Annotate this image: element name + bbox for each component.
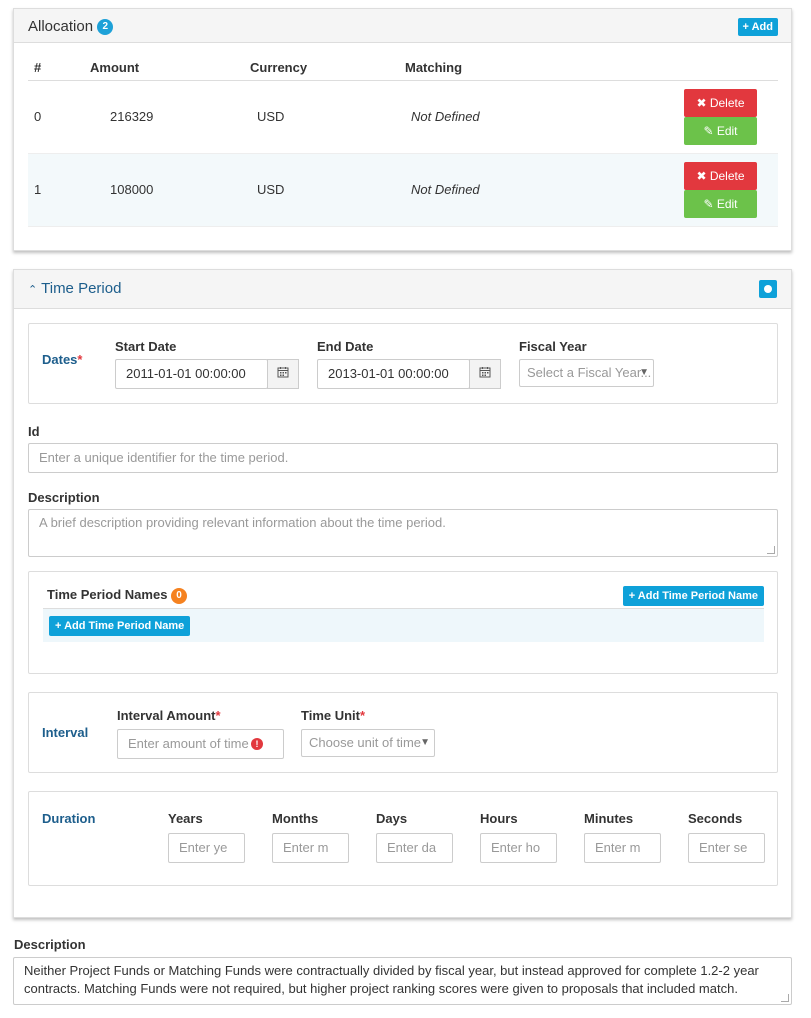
chevron-up-icon: ⌃ — [28, 284, 38, 296]
description-label: Description — [14, 937, 86, 952]
column-header-actions — [660, 56, 778, 81]
tp-description-placeholder: A brief description providing relevant i… — [39, 515, 446, 530]
minutes-input[interactable]: Enter m — [584, 833, 661, 863]
time-period-names-list: + Add Time Period Name — [43, 608, 764, 642]
calendar-glyph — [479, 367, 491, 378]
caret-down-icon: ▼ — [420, 737, 430, 748]
allocation-panel: Allocation 2 + Add # Amount Currency Mat… — [13, 8, 792, 251]
months-input[interactable]: Enter m — [272, 833, 349, 863]
days-label: Days — [376, 811, 408, 826]
time-period-names-label: Time Period Names — [47, 587, 168, 602]
edit-button[interactable]: ✎ Edit — [684, 189, 757, 218]
table-header-row: # Amount Currency Matching — [28, 56, 778, 81]
toggle-circle-icon[interactable] — [759, 280, 777, 298]
calendar-icon[interactable] — [267, 359, 299, 389]
table-row: 0 216329 USD Not Defined ✖ Delete ✎ Edit — [28, 80, 778, 154]
column-header-currency: Currency — [250, 56, 405, 81]
row-amount: 108000 — [90, 153, 250, 227]
fiscal-year-placeholder: Select a Fiscal Year... — [527, 365, 652, 380]
row-matching: Not Defined — [405, 80, 660, 154]
dates-box: Dates* Start Date 2011-01-01 00:00:00 En… — [28, 323, 778, 404]
add-time-period-name-inline-button[interactable]: + Add Time Period Name — [49, 616, 191, 636]
add-allocation-button[interactable]: + Add — [737, 18, 778, 36]
interval-amount-label: Interval Amount* — [117, 708, 221, 723]
row-index: 1 — [28, 153, 90, 227]
row-currency: USD — [250, 153, 405, 227]
row-currency: USD — [250, 80, 405, 154]
required-mark: * — [360, 708, 366, 723]
resize-handle-icon[interactable] — [781, 994, 789, 1002]
duration-box: Duration Years Enter ye Months Enter m D… — [28, 791, 778, 886]
calendar-glyph — [277, 367, 289, 378]
id-label: Id — [28, 424, 40, 439]
column-header-index: # — [28, 56, 90, 81]
time-period-header[interactable]: ⌃ Time Period — [14, 270, 791, 309]
time-unit-select[interactable]: Choose unit of time ▼ — [301, 729, 435, 757]
delete-button[interactable]: ✖ Delete — [684, 161, 757, 190]
end-date-input[interactable]: 2013-01-01 00:00:00 — [317, 359, 470, 389]
allocation-header: Allocation 2 + Add — [14, 9, 791, 43]
hours-input[interactable]: Enter ho — [480, 833, 557, 863]
allocation-table: # Amount Currency Matching 0 216329 USD … — [28, 56, 778, 227]
time-unit-placeholder: Choose unit of time — [309, 735, 422, 750]
required-mark: * — [77, 352, 83, 367]
delete-button[interactable]: ✖ Delete — [684, 88, 757, 117]
resize-handle-icon[interactable] — [767, 546, 775, 554]
interval-label: Interval — [42, 725, 89, 740]
time-period-names-count-badge: 0 — [171, 587, 188, 604]
allocation-count-badge: 2 — [97, 19, 114, 36]
dates-label: Dates* — [42, 352, 82, 367]
caret-down-icon: ▼ — [639, 367, 649, 378]
column-header-matching: Matching — [405, 56, 660, 81]
row-actions: ✖ Delete ✎ Edit — [660, 153, 778, 227]
description-text: Neither Project Funds or Matching Funds … — [24, 963, 759, 996]
time-period-panel: ⌃ Time Period Dates* Start Date 2011-01-… — [13, 269, 792, 918]
years-label: Years — [168, 811, 203, 826]
add-time-period-name-button[interactable]: + Add Time Period Name — [622, 586, 764, 606]
interval-box: Interval Interval Amount* Enter amount o… — [28, 692, 778, 773]
error-icon: ! — [251, 738, 263, 750]
start-date-label: Start Date — [115, 339, 177, 354]
hours-label: Hours — [480, 811, 518, 826]
fiscal-year-select[interactable]: Select a Fiscal Year... ▼ — [519, 359, 654, 387]
time-period-title-text: Time Period — [41, 280, 122, 297]
seconds-input[interactable]: Enter se — [688, 833, 765, 863]
time-period-names-box: Time Period Names 0 + Add Time Period Na… — [28, 571, 778, 674]
duration-label: Duration — [42, 811, 96, 826]
dates-label-text: Dates — [42, 352, 78, 367]
tp-description-label: Description — [28, 490, 100, 505]
row-actions: ✖ Delete ✎ Edit — [660, 80, 778, 154]
time-unit-label-text: Time Unit — [301, 708, 360, 723]
allocation-title: Allocation 2 — [28, 18, 114, 36]
tp-description-textarea[interactable]: A brief description providing relevant i… — [28, 509, 778, 557]
interval-amount-input[interactable]: Enter amount of time ! — [117, 729, 284, 759]
time-unit-label: Time Unit* — [301, 708, 365, 723]
fiscal-year-label: Fiscal Year — [519, 339, 587, 354]
interval-amount-placeholder: Enter amount of time — [128, 736, 249, 751]
months-label: Months — [272, 811, 319, 826]
required-mark: * — [215, 708, 221, 723]
row-matching: Not Defined — [405, 153, 660, 227]
id-input[interactable]: Enter a unique identifier for the time p… — [28, 443, 778, 473]
allocation-title-text: Allocation — [28, 18, 94, 35]
calendar-icon[interactable] — [469, 359, 501, 389]
row-amount: 216329 — [90, 80, 250, 154]
interval-amount-label-text: Interval Amount — [117, 708, 216, 723]
minutes-label: Minutes — [584, 811, 634, 826]
edit-button[interactable]: ✎ Edit — [684, 116, 757, 145]
description-textarea[interactable]: Neither Project Funds or Matching Funds … — [13, 957, 792, 1005]
seconds-label: Seconds — [688, 811, 743, 826]
start-date-input[interactable]: 2011-01-01 00:00:00 — [115, 359, 268, 389]
days-input[interactable]: Enter da — [376, 833, 453, 863]
end-date-label: End Date — [317, 339, 374, 354]
time-period-title[interactable]: ⌃ Time Period — [28, 280, 121, 297]
years-input[interactable]: Enter ye — [168, 833, 245, 863]
row-index: 0 — [28, 80, 90, 154]
table-row: 1 108000 USD Not Defined ✖ Delete ✎ Edit — [28, 153, 778, 227]
column-header-amount: Amount — [90, 56, 250, 81]
time-period-names-title: Time Period Names 0 — [47, 587, 188, 604]
